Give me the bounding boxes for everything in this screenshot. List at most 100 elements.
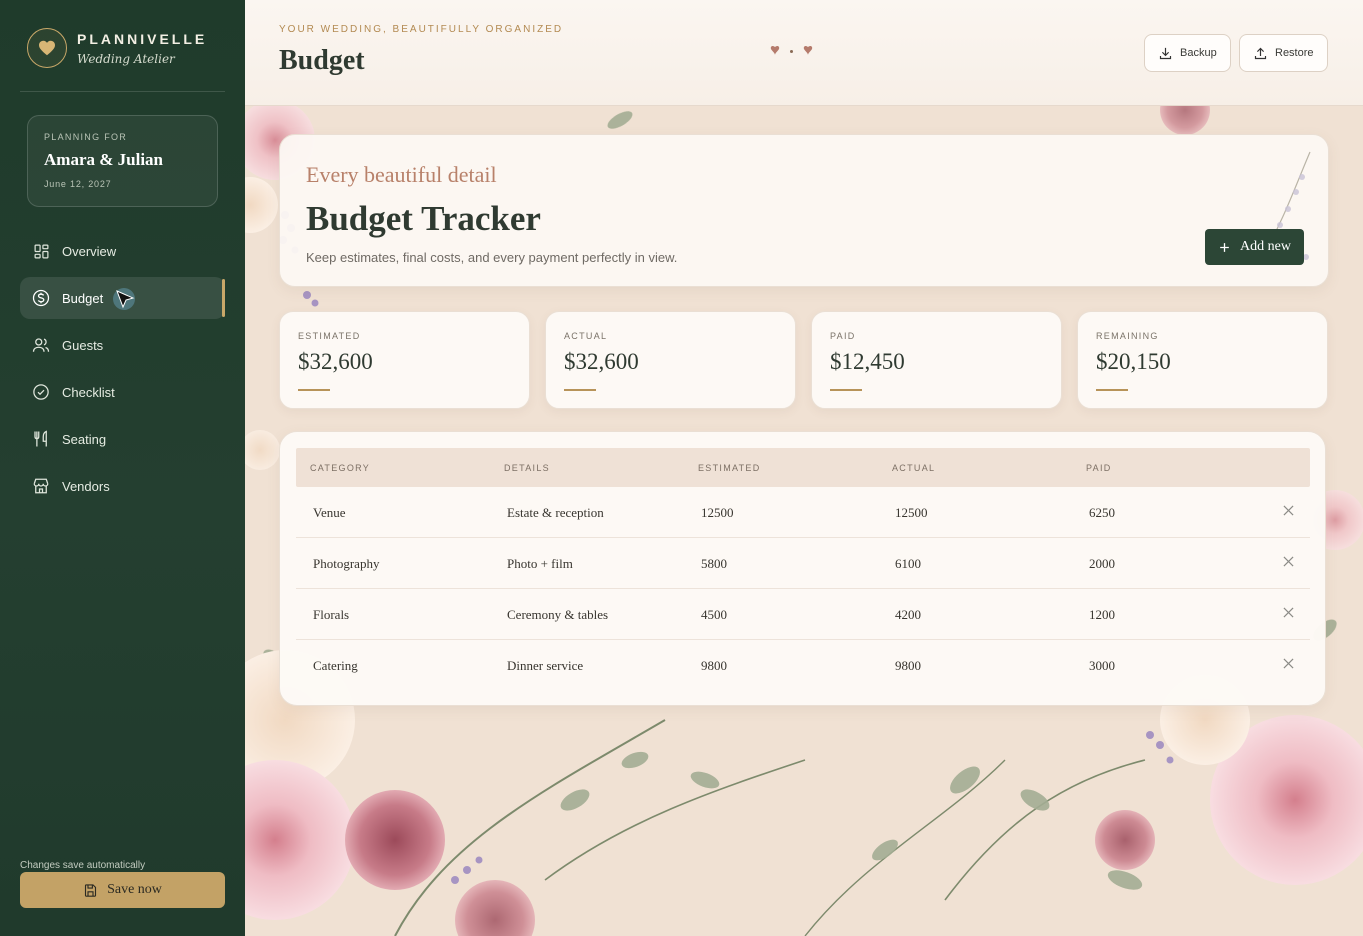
save-icon	[85, 883, 97, 897]
wedding-date: June 12, 2027	[44, 179, 112, 189]
sidebar-item-checklist[interactable]: Checklist	[20, 371, 225, 413]
cell-paid[interactable]: 3000	[1089, 658, 1115, 674]
stat-value: $32,600	[564, 349, 639, 374]
cell-estimated[interactable]: 9800	[701, 658, 727, 674]
stat-label: ESTIMATED	[298, 331, 361, 341]
sidebar-item-vendors[interactable]: Vendors	[20, 465, 225, 507]
cell-details[interactable]: Dinner service	[507, 658, 583, 674]
save-now-button[interactable]: Save now	[20, 872, 225, 908]
add-new-button[interactable]: Add new	[1205, 229, 1304, 265]
cell-estimated[interactable]: 12500	[701, 505, 734, 521]
store-icon	[32, 477, 50, 495]
stat-card-remaining: REMAINING $20,150	[1077, 311, 1328, 409]
stat-label: REMAINING	[1096, 331, 1159, 341]
hero-description: Keep estimates, final costs, and every p…	[306, 250, 678, 265]
stat-value: $32,600	[298, 349, 373, 374]
planning-card: PLANNING FOR Amara & Julian June 12, 202…	[27, 115, 218, 207]
planning-label: PLANNING FOR	[44, 132, 128, 142]
cell-category[interactable]: Photography	[313, 556, 379, 572]
cell-paid[interactable]: 1200	[1089, 607, 1115, 623]
delete-row-close-icon[interactable]	[1279, 501, 1297, 519]
restore-button[interactable]: Restore	[1239, 34, 1328, 72]
cell-actual[interactable]: 12500	[895, 505, 928, 521]
stat-divider	[298, 389, 330, 391]
backup-button[interactable]: Backup	[1144, 34, 1231, 72]
sidebar: PLANNIVELLE Wedding Atelier PLANNING FOR…	[0, 0, 245, 936]
grid-icon	[32, 242, 50, 260]
column-header-estimated: ESTIMATED	[698, 463, 761, 473]
cell-details[interactable]: Estate & reception	[507, 505, 604, 521]
cell-actual[interactable]: 9800	[895, 658, 921, 674]
brand-name: PLANNIVELLE	[77, 30, 208, 47]
add-new-label: Add new	[1240, 239, 1291, 254]
couple-names: Amara & Julian	[44, 150, 163, 169]
stat-card-paid: PAID $12,450	[811, 311, 1062, 409]
sidebar-item-label: Overview	[62, 243, 117, 259]
brand[interactable]: PLANNIVELLE Wedding Atelier	[27, 28, 207, 68]
cell-details[interactable]: Photo + film	[507, 556, 573, 572]
stat-divider	[564, 389, 596, 391]
cell-estimated[interactable]: 5800	[701, 556, 727, 572]
table-header: CATEGORY DETAILS ESTIMATED ACTUAL PAID	[296, 448, 1310, 487]
budget-hero-card: Every beautiful detail Budget Tracker Ke…	[279, 134, 1329, 287]
sidebar-item-label: Guests	[62, 337, 104, 353]
backup-label: Backup	[1180, 47, 1217, 59]
brand-subtitle: Wedding Atelier	[77, 51, 175, 66]
delete-row-close-icon[interactable]	[1279, 552, 1297, 570]
sidebar-nav: Overview Budget Guests Checklist Seating	[20, 230, 225, 512]
delete-row-close-icon[interactable]	[1279, 603, 1297, 621]
table-row: Photography Photo + film 5800 6100 2000	[296, 538, 1310, 589]
cell-estimated[interactable]: 4500	[701, 607, 727, 623]
hero-eyebrow: Every beautiful detail	[306, 162, 497, 187]
plus-icon	[1220, 242, 1229, 252]
top-bar: YOUR WEDDING, BEAUTIFULLY ORGANIZED Budg…	[245, 0, 1363, 106]
stat-label: ACTUAL	[564, 331, 608, 341]
cell-category[interactable]: Florals	[313, 607, 349, 623]
check-circle-icon	[32, 383, 50, 401]
stat-card-actual: ACTUAL $32,600	[545, 311, 796, 409]
page-title: Budget	[279, 45, 365, 76]
cell-category[interactable]: Venue	[313, 505, 346, 521]
users-icon	[32, 336, 50, 354]
stat-value: $12,450	[830, 349, 905, 374]
table-row: Florals Ceremony & tables 4500 4200 1200	[296, 589, 1310, 640]
save-now-label: Save now	[107, 882, 162, 897]
sidebar-item-guests[interactable]: Guests	[20, 324, 225, 366]
column-header-actual: ACTUAL	[892, 463, 936, 473]
download-icon	[1159, 47, 1172, 59]
column-header-paid: PAID	[1086, 463, 1112, 473]
delete-row-close-icon[interactable]	[1279, 654, 1297, 672]
table-row: Venue Estate & reception 12500 12500 625…	[296, 487, 1310, 538]
cell-category[interactable]: Catering	[313, 658, 358, 674]
sidebar-item-label: Budget	[62, 290, 104, 306]
stat-value: $20,150	[1096, 349, 1171, 374]
utensils-icon	[32, 430, 50, 448]
cell-paid[interactable]: 6250	[1089, 505, 1115, 521]
upload-icon	[1254, 47, 1267, 59]
cell-actual[interactable]: 6100	[895, 556, 921, 572]
table-row: Catering Dinner service 9800 9800 3000	[296, 640, 1310, 691]
header-eyebrow: YOUR WEDDING, BEAUTIFULLY ORGANIZED	[279, 24, 564, 35]
dollar-icon	[32, 289, 50, 307]
sidebar-item-label: Seating	[62, 431, 107, 447]
cell-details[interactable]: Ceremony & tables	[507, 607, 608, 623]
stat-label: PAID	[830, 331, 856, 341]
sidebar-item-overview[interactable]: Overview	[20, 230, 225, 272]
sidebar-item-label: Vendors	[62, 478, 110, 494]
main-content: YOUR WEDDING, BEAUTIFULLY ORGANIZED Budg…	[245, 0, 1363, 936]
mouse-cursor-icon	[112, 287, 138, 318]
heart-logo-icon	[27, 28, 67, 68]
stat-divider	[1096, 389, 1128, 391]
column-header-details: DETAILS	[504, 463, 550, 473]
budget-table: CATEGORY DETAILS ESTIMATED ACTUAL PAID V…	[279, 431, 1326, 706]
restore-label: Restore	[1275, 47, 1314, 59]
cell-paid[interactable]: 2000	[1089, 556, 1115, 572]
stat-card-estimated: ESTIMATED $32,600	[279, 311, 530, 409]
column-header-category: CATEGORY	[310, 463, 371, 473]
sidebar-item-seating[interactable]: Seating	[20, 418, 225, 460]
cell-actual[interactable]: 4200	[895, 607, 921, 623]
sidebar-item-label: Checklist	[62, 384, 115, 400]
hero-title: Budget Tracker	[306, 199, 541, 238]
autosave-note: Changes save automatically	[20, 860, 146, 871]
stat-divider	[830, 389, 862, 391]
